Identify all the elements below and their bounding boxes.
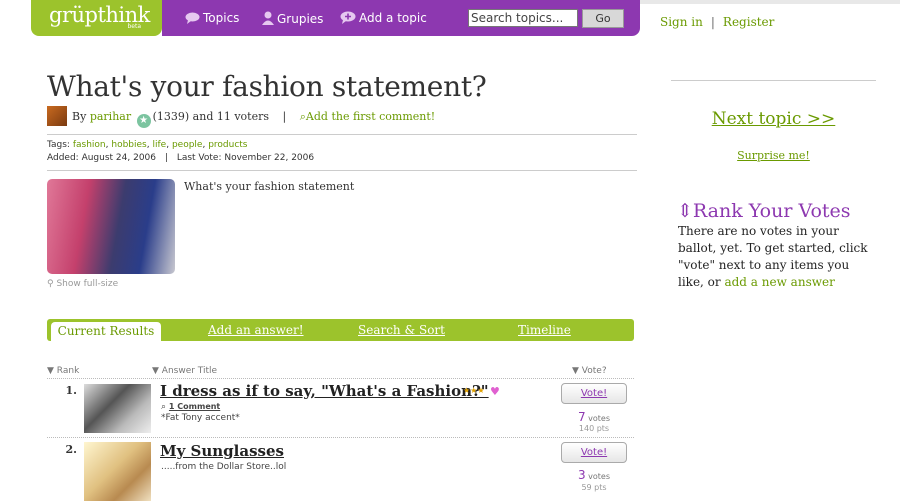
register-link[interactable]: Register [723,15,774,29]
by-label: By [72,110,87,123]
byline-separator: | [282,110,287,123]
rank-votes-heading: ⇕Rank Your Votes [677,200,851,222]
row-divider [47,437,634,438]
author-avatar[interactable] [47,106,67,126]
sort-arrows-icon: ⇕ [677,200,693,222]
answer-rank: 1. [65,384,77,397]
add-comment-link[interactable]: Add the first comment! [306,110,435,123]
beta-label: beta [127,23,141,30]
surprise-me-link[interactable]: Surprise me! [671,149,876,162]
answer-subtitle: .....from the Dollar Store..lol [161,462,287,472]
vote-count-number: 7 [577,410,586,424]
added-date: Added: August 24, 2006 [47,153,157,163]
page-title: What's your fashion statement? [47,70,487,103]
answer-title-link[interactable]: My Sunglasses [160,442,284,460]
nav-topics-label: Topics [203,11,240,25]
rank-column-label: Rank [56,366,80,376]
auth-separator: | [710,15,715,29]
vote-count-number: 3 [577,468,586,482]
voters-count: and 11 voters [192,110,270,123]
vote-button[interactable]: Vote! [561,383,627,404]
topic-description: What's your fashion statement [184,180,355,193]
tab-timeline[interactable]: Timeline [518,323,571,337]
sign-in-link[interactable]: Sign in [660,15,703,29]
top-nav: Topics Grupies Add a topic Go [162,0,640,36]
search-input[interactable] [468,9,578,27]
comment-icon: ⌕ [161,402,167,412]
vote-count: 7 votes [561,410,627,424]
vote-column-label: Vote? [581,366,607,376]
tab-current-results[interactable]: Current Results [51,322,161,341]
heart-icon[interactable]: ♥ [490,385,500,398]
nav-add-topic[interactable]: Add a topic [340,11,427,25]
answer-column-label: Answer Title [161,366,218,376]
tab-add-answer[interactable]: Add an answer! [208,323,304,337]
tag-link[interactable]: life [152,140,166,150]
star-icon: ★ [136,114,151,128]
show-full-size-label: Show full-size [56,279,119,289]
sidebar-divider [671,80,876,81]
magnifier-icon: ⚲ [47,279,54,289]
points: 140 pts [578,424,610,433]
results-tabs: Current Results Add an answer! Search & … [47,319,634,341]
tags-label: Tags: [47,140,70,150]
answer-rank: 2. [65,443,77,456]
add-bubble-icon [340,11,356,24]
next-topic-link[interactable]: Next topic >> [671,109,876,129]
answer-thumbnail[interactable] [84,442,151,501]
points: 59 pts [581,483,607,492]
rank-votes-title: Rank Your Votes [692,200,851,222]
vote-count-label: votes [588,414,611,423]
rating-stars-icon: ★★★ [463,386,485,395]
nav-add-topic-label: Add a topic [359,11,427,25]
topic-image[interactable] [47,179,175,274]
rank-column-header[interactable]: ▼ Rank [47,366,79,376]
byline: By parihar ★ (1339) and 11 voters | ⌕Add … [47,106,435,128]
nav-topics[interactable]: Topics [185,11,239,25]
comment-count-link[interactable]: 1 Comment [169,402,220,411]
vote-button[interactable]: Vote! [561,442,627,463]
show-full-size-link[interactable]: ⚲ Show full-size [47,279,118,289]
answer-subtitle: *Fat Tony accent* [161,413,240,423]
tag-link[interactable]: fashion [73,140,106,150]
vote-count: 3 votes [561,468,627,482]
add-new-answer-link[interactable]: add a new answer [724,275,834,289]
tag-link[interactable]: people [172,140,203,150]
logo[interactable]: grüpthink beta [31,0,162,36]
go-button[interactable]: Go [582,9,624,28]
rank-votes-text: There are no votes in your ballot, yet. … [678,223,878,291]
comment-link-row[interactable]: ⌕ 1 Comment [161,402,220,412]
tags-row: Tags: fashion, hobbies, life, people, pr… [47,140,248,150]
divider [47,170,637,171]
divider [47,134,637,135]
date-separator: | [164,153,168,163]
header-band [640,0,900,4]
vote-count-label: votes [588,472,611,481]
row-divider [47,378,634,379]
person-icon [262,11,274,25]
vote-column-header[interactable]: ▼ Vote? [572,366,607,376]
auth-links: Sign in | Register [660,15,774,29]
author-score: (1339) [152,110,190,123]
last-vote-date: Last Vote: November 22, 2006 [176,153,315,163]
tab-search-sort[interactable]: Search & Sort [358,323,445,337]
answer-title-link[interactable]: I dress as if to say, "What's a Fashion?… [160,382,489,400]
author-link[interactable]: parihar [90,110,131,123]
answer-column-header[interactable]: ▼ Answer Title [152,366,217,376]
tag-link[interactable]: products [208,140,247,150]
answer-thumbnail[interactable] [84,384,151,433]
speech-bubble-icon [185,12,200,24]
nav-grupies-label: Grupies [277,12,324,26]
dates-row: Added: August 24, 2006 | Last Vote: Nove… [47,153,314,163]
tag-link[interactable]: hobbies [111,140,146,150]
nav-grupies[interactable]: Grupies [262,11,323,26]
